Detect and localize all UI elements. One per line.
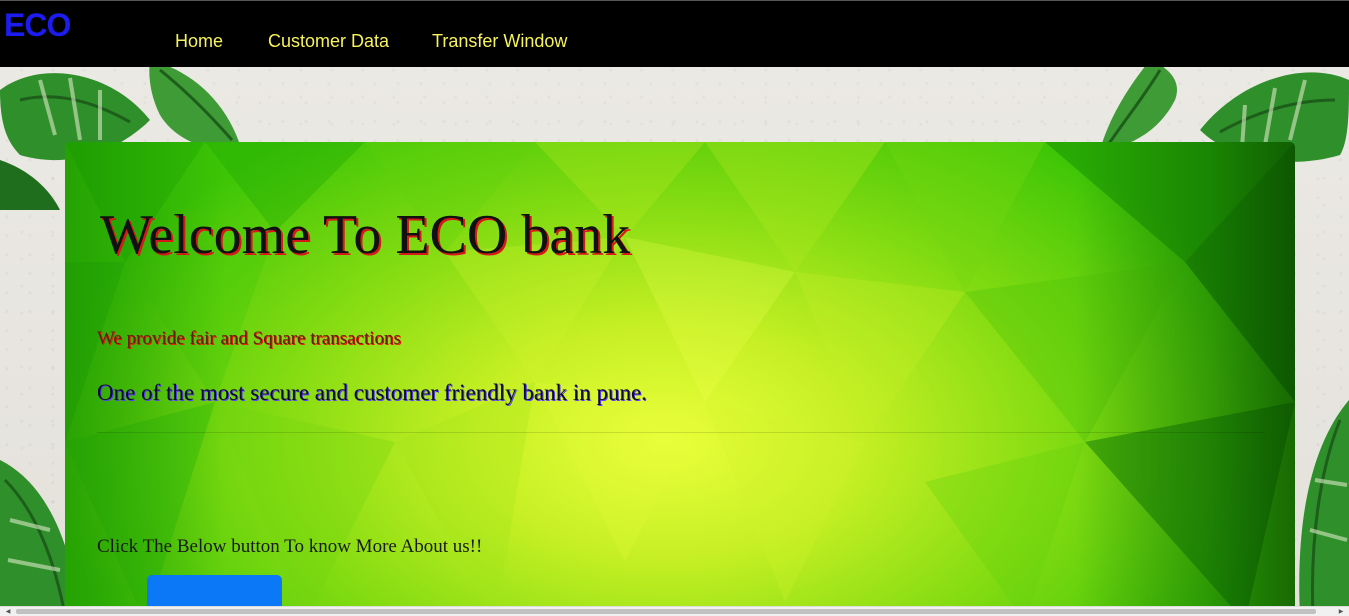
scrollbar-thumb[interactable] (16, 609, 1316, 614)
scroll-left-arrow-icon[interactable]: ◀ (0, 607, 16, 616)
scroll-right-arrow-icon[interactable]: ▶ (1333, 607, 1349, 616)
nav-link-home[interactable]: Home (175, 31, 223, 52)
welcome-jumbotron: Welcome To ECO bank We provide fair and … (65, 142, 1295, 616)
description-text: One of the most secure and customer frie… (97, 380, 647, 405)
nav-link-transfer-window[interactable]: Transfer Window (432, 31, 567, 52)
navbar: ECO Home Customer Data Transfer Window (0, 0, 1349, 67)
brand-logo-link[interactable]: ECO (4, 7, 71, 44)
welcome-heading: Welcome To ECO bank (100, 204, 631, 266)
horizontal-divider (97, 432, 1265, 433)
horizontal-scrollbar[interactable]: ◀ ▶ (0, 606, 1349, 616)
cta-text: Click The Below button To know More Abou… (97, 536, 483, 557)
jumbotron-edge-shade-right (1075, 142, 1295, 616)
nav-link-customer-data[interactable]: Customer Data (268, 31, 389, 52)
tagline-text: We provide fair and Square transactions (97, 328, 401, 349)
